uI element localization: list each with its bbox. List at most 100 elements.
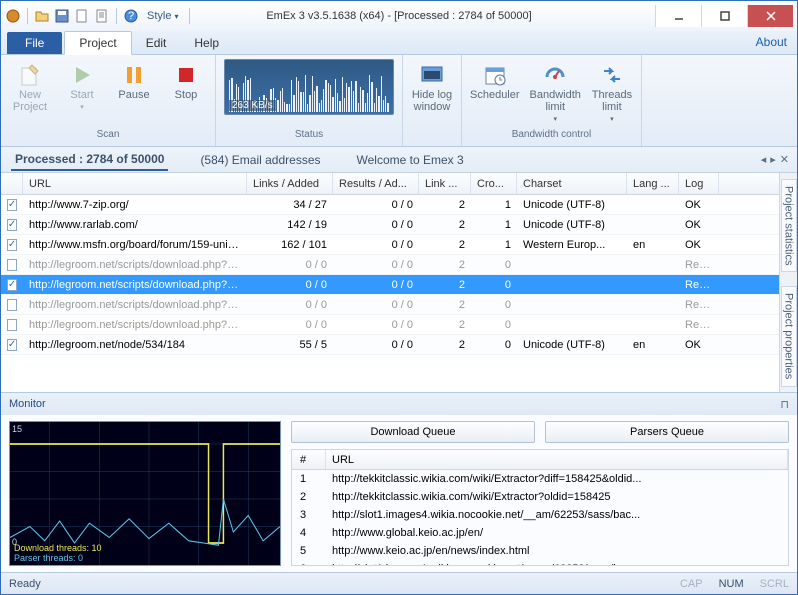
threads-icon [600,63,624,87]
close-button[interactable] [747,5,793,27]
col-log[interactable]: Log [679,173,719,194]
doc-tabs: Processed : 2784 of 50000 (584) Email ad… [1,147,797,173]
col-results[interactable]: Results / Ad... [333,173,419,194]
download-threads-label: Download threads: 10 [14,543,102,553]
new-project-icon [18,63,42,87]
titlebar: ? Style ▾ EmEx 3 v3.5.1638 (x64) - [Proc… [1,1,797,31]
status-rate: 263 KB/s [229,100,276,111]
pause-icon [122,63,146,87]
table-row[interactable]: http://legroom.net/scripts/download.php?… [1,275,779,295]
maximize-button[interactable] [701,5,747,27]
parsers-queue-button[interactable]: Parsers Queue [545,421,789,443]
open-icon[interactable] [34,8,50,24]
queue-row[interactable]: 2http://tekkitclassic.wikia.com/wiki/Ext… [292,488,788,506]
table-row[interactable]: http://legroom.net/scripts/download.php?… [1,295,779,315]
cap-indicator: CAP [680,578,703,590]
col-links[interactable]: Links / Added [247,173,333,194]
scrl-indicator: SCRL [760,578,789,590]
scheduler-icon [483,63,507,87]
queue-row[interactable]: 6http://slot1.images1.wikia.nocookie.net… [292,560,788,566]
doc2-icon[interactable] [94,8,110,24]
pin-icon[interactable]: ⊓ [780,398,789,411]
tab-welcome[interactable]: Welcome to Emex 3 [353,150,468,170]
log-window-icon [420,63,444,87]
help-tab[interactable]: Help [180,32,233,54]
hide-log-button[interactable]: Hide log window [411,63,453,113]
side-tabs: Project statistics Project properties [779,173,797,392]
row-checkbox[interactable] [7,219,17,231]
tab-prev-icon[interactable]: ◂ [761,153,767,166]
edit-tab[interactable]: Edit [132,32,181,54]
new-project-button[interactable]: New Project [9,63,51,113]
stop-icon [174,63,198,87]
status-ready: Ready [9,578,41,590]
svg-text:?: ? [128,10,134,22]
file-tab[interactable]: File [7,32,62,54]
bandwidth-limit-button[interactable]: Bandwidth limit ▾ [530,63,581,123]
pause-button[interactable]: Pause [113,63,155,101]
status-group-label: Status [295,129,323,142]
num-indicator: NUM [719,578,744,590]
queue-row[interactable]: 1http://tekkitclassic.wikia.com/wiki/Ext… [292,470,788,488]
table-row[interactable]: http://legroom.net/scripts/download.php?… [1,315,779,335]
status-bar: Ready CAP NUM SCRL [1,572,797,594]
table-row[interactable]: http://legroom.net/node/534/18455 / 50 /… [1,335,779,355]
table-row[interactable]: http://legroom.net/scripts/download.php?… [1,255,779,275]
parser-threads-label: Parser threads: 0 [14,553,83,563]
style-dropdown[interactable]: Style ▾ [143,10,183,22]
scan-group-label: Scan [97,129,120,142]
queue-col-url[interactable]: URL [326,450,788,469]
about-link[interactable]: About [756,35,787,49]
stop-button[interactable]: Stop [165,63,207,101]
monitor-graph: 15 0 Download threads: 10 Parser threads… [9,421,281,566]
menu-bar: File Project Edit Help About [1,31,797,55]
ribbon: New Project Start ▾ Pause Stop Scan 263 … [1,55,797,147]
table-row[interactable]: http://www.rarlab.com/142 / 190 / 0 21Un… [1,215,779,235]
tab-next-icon[interactable]: ▸ [770,153,776,166]
doc1-icon[interactable] [74,8,90,24]
monitor-title: Monitor [9,398,46,410]
queue-col-num[interactable]: # [292,450,326,469]
col-lang[interactable]: Lang ... [627,173,679,194]
sidetab-properties[interactable]: Project properties [781,286,797,386]
bandwidth-icon [543,63,567,87]
table-row[interactable]: http://www.msfn.org/board/forum/159-univ… [1,235,779,255]
quick-access-toolbar: ? Style ▾ [5,8,192,24]
start-button[interactable]: Start ▾ [61,63,103,111]
col-link[interactable]: Link ... [419,173,471,194]
tab-close-icon[interactable]: ✕ [780,153,789,166]
col-cro[interactable]: Cro... [471,173,517,194]
play-icon [70,63,94,87]
row-checkbox[interactable] [7,339,17,351]
sidetab-statistics[interactable]: Project statistics [781,179,797,272]
table-header: URL Links / Added Results / Ad... Link .… [1,173,779,195]
url-table: URL Links / Added Results / Ad... Link .… [1,173,779,392]
help-icon[interactable]: ? [123,8,139,24]
app-icon [5,8,21,24]
col-url[interactable]: URL [23,173,247,194]
scheduler-button[interactable]: Scheduler [470,63,520,101]
project-tab[interactable]: Project [64,31,131,55]
window-title: EmEx 3 v3.5.1638 (x64) - [Processed : 27… [266,10,531,22]
status-graph: 263 KB/s [224,59,394,115]
queue-row[interactable]: 5http://www.keio.ac.jp/en/news/index.htm… [292,542,788,560]
row-checkbox[interactable] [7,319,17,331]
row-checkbox[interactable] [7,299,17,311]
threads-limit-button[interactable]: Threads limit ▾ [591,63,633,123]
queue-row[interactable]: 4http://www.global.keio.ac.jp/en/ [292,524,788,542]
row-checkbox[interactable] [7,199,17,211]
monitor-panel: Monitor ⊓ 15 0 Download threads: 10 Pars… [1,392,797,572]
bandwidth-group-label: Bandwidth control [512,129,592,142]
download-queue-button[interactable]: Download Queue [291,421,535,443]
minimize-button[interactable] [655,5,701,27]
table-row[interactable]: http://www.7-zip.org/34 / 270 / 0 21Unic… [1,195,779,215]
queue-row[interactable]: 3http://slot1.images4.wikia.nocookie.net… [292,506,788,524]
row-checkbox[interactable] [7,259,17,271]
save-icon[interactable] [54,8,70,24]
queue-table: 1http://tekkitclassic.wikia.com/wiki/Ext… [291,469,789,566]
row-checkbox[interactable] [7,239,17,251]
tab-processed[interactable]: Processed : 2784 of 50000 [11,149,168,171]
row-checkbox[interactable] [7,279,17,291]
tab-emails[interactable]: (584) Email addresses [196,150,324,170]
col-charset[interactable]: Charset [517,173,627,194]
